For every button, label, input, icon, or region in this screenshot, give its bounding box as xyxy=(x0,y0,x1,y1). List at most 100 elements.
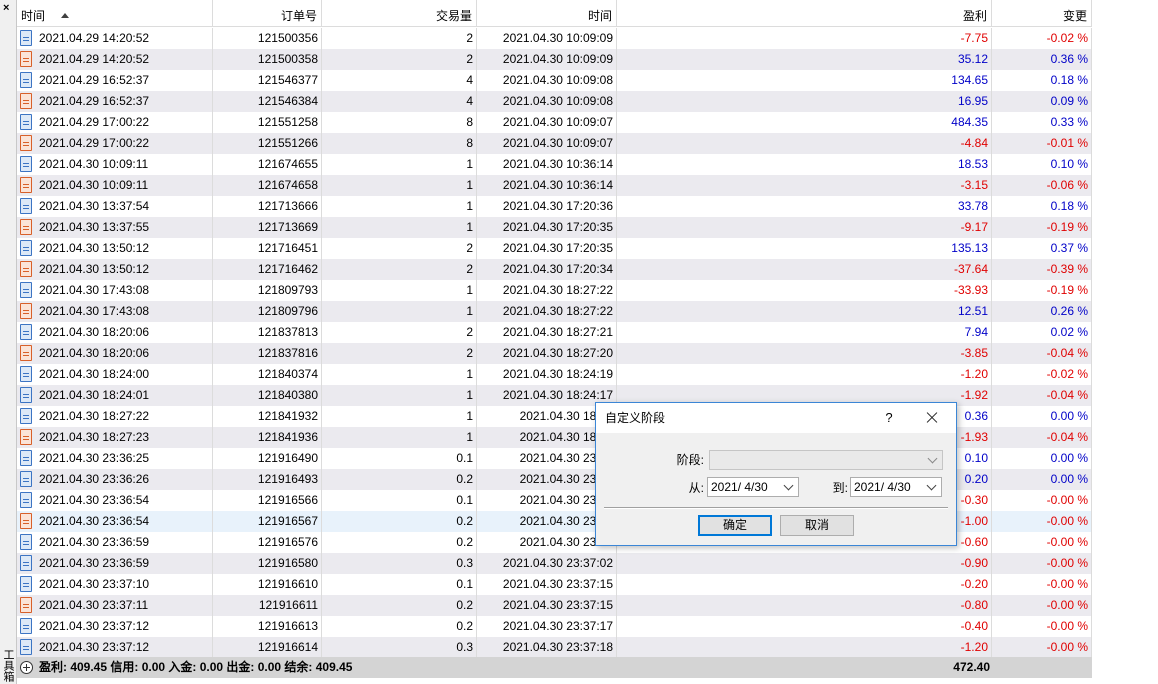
cell-time: 2021.04.30 18:27:22 xyxy=(17,406,213,427)
cell-change: 0.18 % xyxy=(992,196,1092,217)
cell-close-time: 2021.04.30 23:37:15 xyxy=(477,574,617,595)
table-row[interactable]: 2021.04.30 18:20:06 121837816 2 2021.04.30 … xyxy=(17,343,1092,364)
cell-order: 121916613 xyxy=(213,616,322,637)
cancel-button[interactable]: 取消 xyxy=(780,515,854,536)
toolbox-label[interactable]: 工具箱 xyxy=(2,649,14,682)
table-row[interactable]: 2021.04.30 23:37:12 121916614 0.3 2021.04.3… xyxy=(17,637,1092,658)
table-row[interactable]: 2021.04.30 23:37:11 121916611 0.2 2021.04.3… xyxy=(17,595,1092,616)
cell-close-time: 2021.04.30 23:37:02 xyxy=(477,553,617,574)
cell-time: 2021.04.30 23:37:11 xyxy=(17,595,213,616)
cell-close-time: 2021.04.30 18:27:22 xyxy=(477,301,617,322)
cell-change: -0.00 % xyxy=(992,595,1092,616)
cell-order: 121916567 xyxy=(213,511,322,532)
grid-header: 时间 订单号 交易量 时间 盈利 变更 xyxy=(17,0,1092,27)
cell-volume: 2 xyxy=(322,238,477,259)
table-row[interactable]: 2021.04.30 23:36:59 121916580 0.3 2021.04.3… xyxy=(17,553,1092,574)
cell-close-time: 2021.04.30 10:09:08 xyxy=(477,70,617,91)
cell-profit: 12.51 xyxy=(617,301,992,322)
table-row[interactable]: 2021.04.30 13:37:55 121713669 1 2021.04.30 … xyxy=(17,217,1092,238)
cell-time: 2021.04.30 23:36:54 xyxy=(17,511,213,532)
cell-order: 121551266 xyxy=(213,133,322,154)
col-header-time[interactable]: 时间 xyxy=(17,0,213,27)
table-row[interactable]: 2021.04.30 10:09:11 121674655 1 2021.04.30 … xyxy=(17,154,1092,175)
cell-profit: 7.94 xyxy=(617,322,992,343)
cell-volume: 4 xyxy=(322,91,477,112)
cell-time: 2021.04.29 14:20:52 xyxy=(17,49,213,70)
cell-volume: 0.3 xyxy=(322,637,477,658)
close-icon[interactable] xyxy=(921,408,943,428)
period-select[interactable] xyxy=(709,450,943,470)
table-row[interactable]: 2021.04.29 16:52:37 121546384 4 2021.04.30 … xyxy=(17,91,1092,112)
cell-volume: 1 xyxy=(322,406,477,427)
table-row[interactable]: 2021.04.29 14:20:52 121500358 2 2021.04.30 … xyxy=(17,49,1092,70)
cell-profit: 134.65 xyxy=(617,70,992,91)
cell-time: 2021.04.30 23:37:10 xyxy=(17,574,213,595)
cell-close-time: 2021.04.30 23:37:17 xyxy=(477,616,617,637)
col-header-order[interactable]: 订单号 xyxy=(213,0,322,27)
cell-time: 2021.04.30 13:50:12 xyxy=(17,259,213,280)
from-date-picker[interactable]: 2021/ 4/30 xyxy=(707,477,799,497)
col-header-profit[interactable]: 盈利 xyxy=(617,0,992,27)
cell-time: 2021.04.29 16:52:37 xyxy=(17,91,213,112)
cell-close-time: 2021.04.30 17:20:35 xyxy=(477,217,617,238)
cell-order: 121809796 xyxy=(213,301,322,322)
cell-change: -0.00 % xyxy=(992,490,1092,511)
expand-plus-icon[interactable] xyxy=(20,661,33,674)
cell-profit: -3.85 xyxy=(617,343,992,364)
table-row[interactable]: 2021.04.30 23:37:10 121916610 0.1 2021.04.3… xyxy=(17,574,1092,595)
cell-order: 121840374 xyxy=(213,364,322,385)
table-row[interactable]: 2021.04.29 17:00:22 121551258 8 2021.04.30 … xyxy=(17,112,1092,133)
table-row[interactable]: 2021.04.29 16:52:37 121546377 4 2021.04.30 … xyxy=(17,70,1092,91)
cell-order: 121837816 xyxy=(213,343,322,364)
col-header-volume[interactable]: 交易量 xyxy=(322,0,477,27)
cell-profit: -33.93 xyxy=(617,280,992,301)
table-row[interactable]: 2021.04.30 13:37:54 121713666 1 2021.04.30 … xyxy=(17,196,1092,217)
table-row[interactable]: 2021.04.30 10:09:11 121674658 1 2021.04.30 … xyxy=(17,175,1092,196)
from-date-value: 2021/ 4/30 xyxy=(711,480,768,494)
cell-volume: 2 xyxy=(322,259,477,280)
help-icon[interactable]: ? xyxy=(883,403,895,433)
cell-volume: 0.2 xyxy=(322,532,477,553)
cell-volume: 1 xyxy=(322,196,477,217)
cell-close-time: 2021.04.30 10:09:08 xyxy=(477,91,617,112)
cell-volume: 1 xyxy=(322,217,477,238)
cell-time: 2021.04.30 10:09:11 xyxy=(17,175,213,196)
to-date-picker[interactable]: 2021/ 4/30 xyxy=(850,477,942,497)
cell-time: 2021.04.30 18:20:06 xyxy=(17,322,213,343)
cell-close-time: 2021.04.30 23:37:18 xyxy=(477,637,617,658)
cell-change: -0.00 % xyxy=(992,511,1092,532)
cell-order: 121500356 xyxy=(213,28,322,49)
cell-time: 2021.04.29 16:52:37 xyxy=(17,70,213,91)
cell-volume: 1 xyxy=(322,385,477,406)
table-row[interactable]: 2021.04.30 18:24:00 121840374 1 2021.04.30 … xyxy=(17,364,1092,385)
table-row[interactable]: 2021.04.29 14:20:52 121500356 2 2021.04.30 … xyxy=(17,28,1092,49)
cell-close-time: 2021.04.30 17:20:35 xyxy=(477,238,617,259)
table-row[interactable]: 2021.04.30 17:43:08 121809793 1 2021.04.30 … xyxy=(17,280,1092,301)
table-row[interactable]: 2021.04.30 18:20:06 121837813 2 2021.04.30 … xyxy=(17,322,1092,343)
cell-close-time: 2021.04.30 18:27:21 xyxy=(477,322,617,343)
col-header-change[interactable]: 变更 xyxy=(992,0,1092,27)
cell-profit: 18.53 xyxy=(617,154,992,175)
cell-profit: -0.90 xyxy=(617,553,992,574)
table-row[interactable]: 2021.04.30 13:50:12 121716462 2 2021.04.30 … xyxy=(17,259,1092,280)
table-row[interactable]: 2021.04.30 23:37:12 121916613 0.2 2021.04.3… xyxy=(17,616,1092,637)
cell-volume: 0.2 xyxy=(322,616,477,637)
table-row[interactable]: 2021.04.30 17:43:08 121809796 1 2021.04.30 … xyxy=(17,301,1092,322)
cell-time: 2021.04.30 13:50:12 xyxy=(17,238,213,259)
ok-button[interactable]: 确定 xyxy=(698,515,772,536)
cell-change: -0.39 % xyxy=(992,259,1092,280)
cell-volume: 2 xyxy=(322,28,477,49)
cell-volume: 1 xyxy=(322,301,477,322)
cell-volume: 1 xyxy=(322,364,477,385)
cell-change: 0.00 % xyxy=(992,448,1092,469)
cell-volume: 4 xyxy=(322,70,477,91)
cell-time: 2021.04.30 23:36:59 xyxy=(17,553,213,574)
table-row[interactable]: 2021.04.29 17:00:22 121551266 8 2021.04.30 … xyxy=(17,133,1092,154)
cell-time: 2021.04.30 23:36:25 xyxy=(17,448,213,469)
table-row[interactable]: 2021.04.30 13:50:12 121716451 2 2021.04.30 … xyxy=(17,238,1092,259)
close-icon[interactable]: × xyxy=(3,2,9,14)
cell-order: 121713666 xyxy=(213,196,322,217)
cell-order: 121674655 xyxy=(213,154,322,175)
col-header-close-time[interactable]: 时间 xyxy=(477,0,617,27)
cell-order: 121546377 xyxy=(213,70,322,91)
